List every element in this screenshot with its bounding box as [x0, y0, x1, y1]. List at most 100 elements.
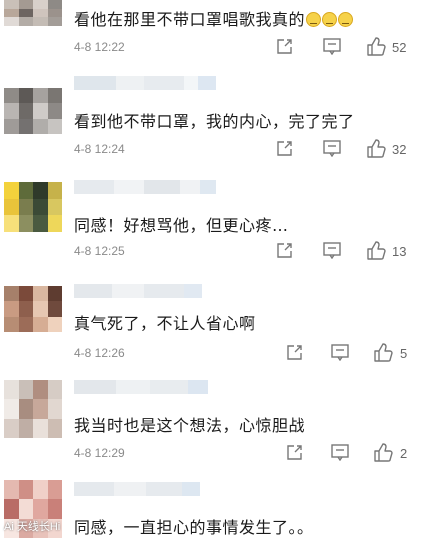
avatar[interactable] [4, 88, 62, 134]
avatar-pixel [47, 215, 62, 232]
emoji-icon [338, 12, 354, 27]
avatar-pixel [47, 88, 62, 104]
watermark: Ai 天线长Hi [4, 521, 61, 533]
avatar-pixel [47, 103, 62, 119]
avatar-pixel [47, 118, 62, 134]
avatar-pixel [18, 399, 33, 419]
avatar-pixel [18, 17, 33, 26]
emoji-icon [306, 12, 322, 27]
avatar-pixel [18, 286, 33, 302]
like-count: 32 [392, 142, 407, 157]
emoji-icon [322, 12, 338, 27]
username-blurred[interactable] [74, 76, 216, 90]
avatar-pixel [33, 182, 48, 199]
avatar-pixel [4, 380, 19, 400]
share-icon[interactable] [276, 140, 293, 157]
avatar-pixel [47, 301, 62, 317]
avatar-pixel [4, 198, 19, 216]
avatar-pixel [4, 316, 19, 332]
like-count: 52 [392, 40, 407, 55]
avatar-pixel [4, 399, 19, 419]
avatar-pixel [18, 0, 33, 9]
avatar-pixel [33, 316, 48, 332]
avatar-pixel [33, 418, 48, 438]
avatar-pixel [47, 198, 62, 216]
avatar-pixel [33, 88, 48, 104]
like-count: 5 [400, 346, 408, 361]
comment-icon[interactable] [323, 38, 341, 55]
share-icon[interactable] [276, 38, 293, 55]
timestamp: 4-8 12:22 [74, 40, 125, 54]
avatar-pixel [18, 499, 33, 519]
share-icon[interactable] [276, 242, 293, 259]
avatar-pixel [4, 17, 19, 26]
thumbs-up-icon[interactable] [366, 139, 386, 158]
avatar-pixel [4, 182, 19, 199]
avatar-pixel [4, 103, 19, 119]
timestamp: 4-8 12:26 [74, 346, 125, 360]
avatar-pixel [4, 286, 19, 302]
like-count: 2 [400, 446, 408, 461]
comment-text: 我当时也是这个想法，心惊胆战 [74, 416, 306, 435]
timestamp: 4-8 12:24 [74, 142, 125, 156]
avatar-pixel [47, 0, 62, 9]
avatar-pixel [4, 499, 19, 519]
avatar-pixel [18, 198, 33, 216]
comment-text: 同感，一直担心的事情发生了。。 [74, 518, 314, 537]
thumbs-up-icon[interactable] [373, 343, 393, 362]
avatar-pixel [18, 8, 33, 18]
avatar-pixel [4, 0, 19, 9]
avatar-pixel [47, 8, 62, 18]
avatar[interactable] [4, 380, 62, 438]
avatar[interactable] [4, 182, 62, 232]
avatar-pixel [33, 17, 48, 26]
comment-icon[interactable] [323, 242, 341, 259]
username-blurred[interactable] [74, 380, 208, 394]
avatar-pixel [18, 182, 33, 199]
avatar-pixel [4, 418, 19, 438]
avatar-pixel [4, 118, 19, 134]
avatar-pixel [33, 198, 48, 216]
avatar-pixel [47, 182, 62, 199]
avatar-pixel [4, 301, 19, 317]
share-icon[interactable] [286, 444, 303, 461]
avatar-pixel [18, 480, 33, 500]
comment-text: 看他在那里不带口罩唱歌我真的 [74, 6, 354, 30]
avatar-pixel [47, 316, 62, 332]
thumbs-up-icon[interactable] [366, 241, 386, 260]
username-blurred[interactable] [74, 284, 202, 298]
avatar-pixel [47, 480, 62, 500]
avatar-pixel [47, 380, 62, 400]
comment-text: 同感！好想骂他，但更心疼… [74, 216, 289, 235]
username-blurred[interactable] [74, 180, 216, 194]
avatar-pixel [33, 499, 48, 519]
avatar-pixel [18, 215, 33, 232]
comment-icon[interactable] [331, 444, 349, 461]
avatar-pixel [33, 480, 48, 500]
thumbs-up-icon[interactable] [366, 37, 386, 56]
avatar-pixel [33, 8, 48, 18]
avatar-pixel [18, 316, 33, 332]
comment-text: 真气死了，不让人省心啊 [74, 314, 256, 333]
avatar-pixel [18, 380, 33, 400]
avatar-pixel [33, 118, 48, 134]
like-count: 13 [392, 244, 407, 259]
avatar-pixel [47, 286, 62, 302]
avatar-pixel [4, 8, 19, 18]
username-blurred[interactable] [74, 482, 200, 496]
avatar-pixel [18, 118, 33, 134]
comment-icon[interactable] [323, 140, 341, 157]
avatar[interactable] [4, 0, 62, 26]
avatar[interactable] [4, 286, 62, 332]
avatar-pixel [18, 301, 33, 317]
avatar-pixel [47, 418, 62, 438]
avatar-pixel [18, 88, 33, 104]
avatar-pixel [4, 88, 19, 104]
avatar-pixel [47, 17, 62, 26]
comment-icon[interactable] [331, 344, 349, 361]
avatar-pixel [33, 215, 48, 232]
share-icon[interactable] [286, 344, 303, 361]
avatar-pixel [18, 418, 33, 438]
thumbs-up-icon[interactable] [373, 443, 393, 462]
avatar-pixel [33, 380, 48, 400]
